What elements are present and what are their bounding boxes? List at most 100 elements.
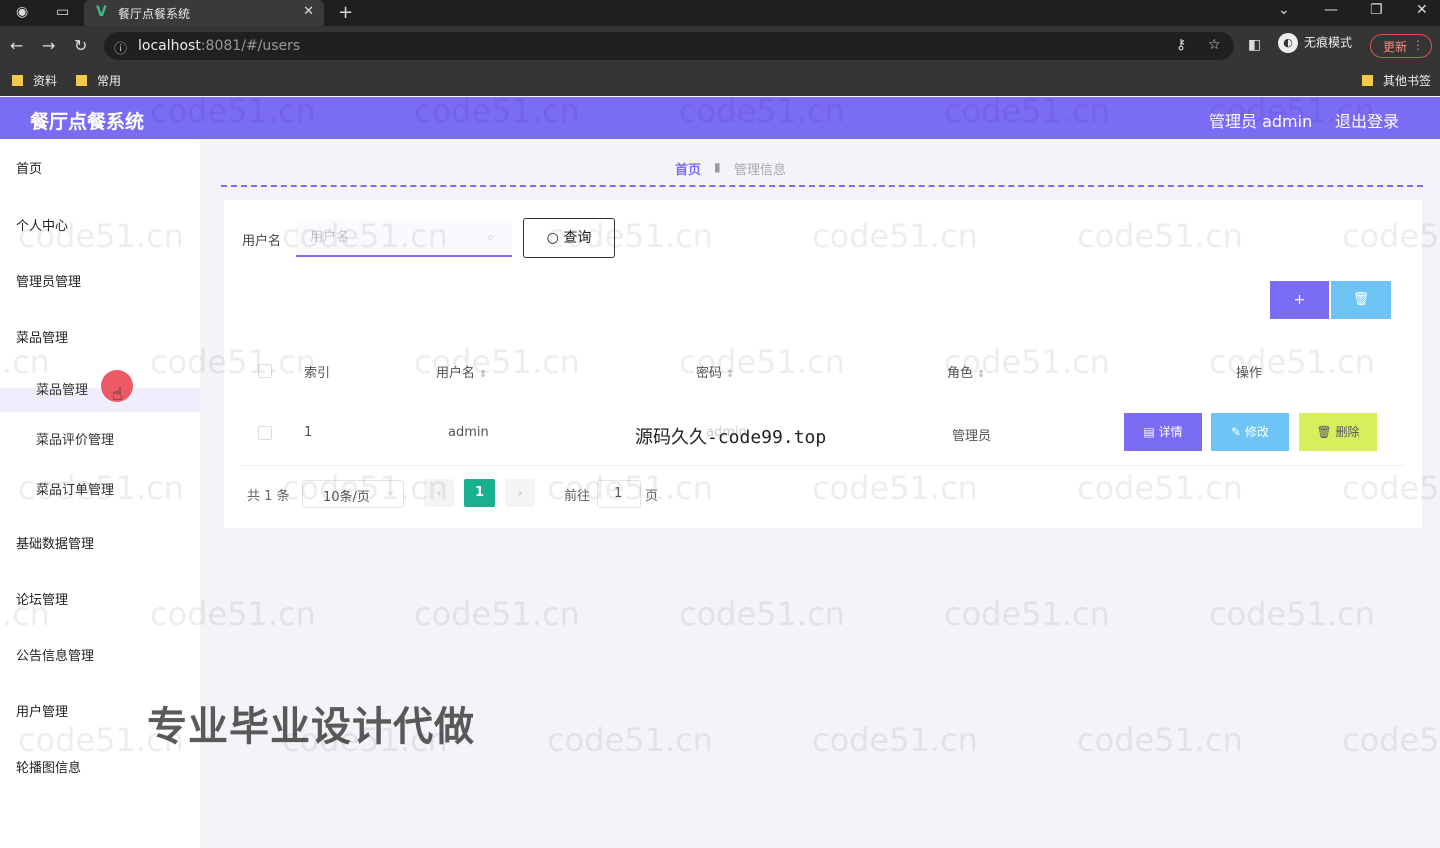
prev-page-button[interactable]: ‹ xyxy=(424,479,454,507)
sidebar-item-forum[interactable]: 论坛管理 xyxy=(16,589,68,608)
column-header-actions: 操作 xyxy=(1236,366,1263,381)
current-user: 管理员 admin xyxy=(1209,112,1313,131)
browser-tabbar: ◉ ▭ V 餐厅点餐系统 ✕ + ⌄ — ❐ ✕ xyxy=(0,0,1440,26)
pagination-total: 共 1 条 xyxy=(247,489,290,504)
breadcrumb-divider xyxy=(221,185,1423,187)
detail-button[interactable]: ▤ 详情 xyxy=(1124,413,1202,451)
sidebar-item-carousel[interactable]: 轮播图信息 xyxy=(16,757,81,776)
password-key-icon[interactable]: ⚷ xyxy=(1176,37,1186,53)
column-header-index: 索引 xyxy=(304,366,331,381)
active-menu-highlight xyxy=(0,388,200,412)
column-header-role[interactable]: 角色 ⇕ xyxy=(947,362,985,381)
minimize-icon[interactable]: — xyxy=(1324,2,1338,18)
breadcrumb-home[interactable]: 首页 xyxy=(675,159,701,178)
restore-icon[interactable]: ❐ xyxy=(1370,2,1383,18)
column-header-username[interactable]: 用户名 ⇕ xyxy=(436,362,487,381)
address-bar[interactable]: ⓘ localhost:8081/#/users ⚷ ☆ xyxy=(104,32,1234,60)
folder-icon xyxy=(1362,75,1373,86)
bookmark-star-icon[interactable]: ☆ xyxy=(1208,37,1221,53)
browser-menu-icon[interactable]: ◉ xyxy=(16,4,28,20)
kebab-menu-icon[interactable]: ⋮ xyxy=(1412,38,1424,52)
watermark: code51.cn xyxy=(812,721,978,759)
watermark: code51.cn xyxy=(1342,721,1440,759)
sidebar-item-admin[interactable]: 管理员管理 xyxy=(16,271,81,290)
cell-role: 管理员 xyxy=(952,429,992,444)
watermark: code51.cn xyxy=(1209,595,1375,633)
site-info-icon[interactable]: ⓘ xyxy=(114,38,127,57)
sidebar-item-users[interactable]: 用户管理 xyxy=(16,701,68,720)
watermark: code51.cn xyxy=(679,595,845,633)
edit-icon: ✎ xyxy=(1231,425,1245,439)
page-number-current[interactable]: 1 xyxy=(464,479,495,507)
update-button[interactable]: 更新 ⋮ xyxy=(1370,34,1432,58)
window-close-icon[interactable]: ✕ xyxy=(1416,2,1428,18)
watermark: code51.cn xyxy=(414,595,580,633)
breadcrumb-separator-icon: ▮ xyxy=(714,160,721,174)
edit-button[interactable]: ✎ 修改 xyxy=(1211,413,1289,451)
username-search-input[interactable] xyxy=(296,220,512,257)
page-size-select[interactable]: 10条/页 ⌄ xyxy=(302,480,404,508)
side-panel-icon[interactable]: ◧ xyxy=(1248,37,1261,53)
delete-button[interactable]: 🗑 删除 xyxy=(1299,413,1377,451)
cell-username: admin xyxy=(448,425,489,440)
watermark: code51.cn xyxy=(547,721,713,759)
vue-favicon-icon: V xyxy=(96,4,107,20)
select-all-checkbox[interactable] xyxy=(258,364,272,378)
bookmark-folder[interactable]: 资料 xyxy=(12,72,57,89)
column-header-password[interactable]: 密码 ⇕ xyxy=(696,362,734,381)
goto-page-input[interactable]: 1 xyxy=(597,480,641,508)
sidebar-subitem-dish-manage[interactable]: 菜品管理 xyxy=(36,379,88,398)
watermark: code51.cn xyxy=(944,595,1110,633)
browser-toolbar: ← → ↻ ⓘ localhost:8081/#/users ⚷ ☆ ◧ ◐ 无痕… xyxy=(0,26,1440,66)
add-button[interactable]: + xyxy=(1270,281,1329,319)
sidebar-item-home[interactable]: 首页 xyxy=(16,158,42,177)
query-button[interactable]: ○ 查询 xyxy=(523,218,615,258)
incognito-indicator[interactable]: ◐ 无痕模式 xyxy=(1278,33,1352,53)
app-header: 餐厅点餐系统 管理员 admin 退出登录 xyxy=(0,97,1440,139)
sidebar-item-notices[interactable]: 公告信息管理 xyxy=(16,645,94,664)
forward-icon[interactable]: → xyxy=(42,36,55,55)
browser-tab[interactable]: V 餐厅点餐系统 ✕ xyxy=(84,0,324,26)
sort-icon[interactable]: ⇕ xyxy=(726,369,734,380)
logout-link[interactable]: 退出登录 xyxy=(1335,108,1399,132)
input-search-icon: ⌕ xyxy=(487,230,495,245)
watermark: code51.cn xyxy=(1077,721,1243,759)
sidebar-item-basic-data[interactable]: 基础数据管理 xyxy=(16,533,94,552)
next-page-button[interactable]: › xyxy=(505,479,535,507)
search-label: 用户名 xyxy=(242,234,282,249)
other-bookmarks[interactable]: 其他书签 xyxy=(1362,72,1431,89)
tab-search-icon[interactable]: ▭ xyxy=(56,4,69,20)
sidebar-subitem-dish-reviews[interactable]: 菜品评价管理 xyxy=(36,429,114,448)
sidebar-item-dishes[interactable]: 菜品管理 xyxy=(16,327,68,346)
folder-icon xyxy=(76,75,87,86)
app-title: 餐厅点餐系统 xyxy=(30,111,145,133)
search-icon: ○ xyxy=(546,230,564,246)
folder-icon xyxy=(12,75,23,86)
tab-list-icon[interactable]: ⌄ xyxy=(1278,2,1290,18)
sort-icon[interactable]: ⇕ xyxy=(977,369,985,380)
cell-index: 1 xyxy=(304,425,313,440)
goto-label: 前往 xyxy=(564,489,591,504)
row-checkbox[interactable] xyxy=(258,426,272,440)
promo-overlay-text: 专业毕业设计代做 xyxy=(147,704,475,750)
sidebar-item-profile[interactable]: 个人中心 xyxy=(16,215,68,234)
sidebar-subitem-dish-orders[interactable]: 菜品订单管理 xyxy=(36,479,114,498)
reload-icon[interactable]: ↻ xyxy=(74,36,87,55)
sort-icon[interactable]: ⇕ xyxy=(479,369,487,380)
incognito-icon: ◐ xyxy=(1278,33,1298,53)
bookmarks-bar: 资料 常用 其他书签 xyxy=(0,66,1440,96)
page-suffix: 页 xyxy=(645,489,659,504)
breadcrumb-current: 管理信息 xyxy=(734,163,787,178)
batch-delete-button[interactable]: 🗑 xyxy=(1331,281,1391,319)
trash-icon: 🗑 xyxy=(1352,292,1370,307)
url-text: localhost:8081/#/users xyxy=(138,38,301,54)
back-icon[interactable]: ← xyxy=(10,36,23,55)
chevron-down-icon: ⌄ xyxy=(386,486,395,497)
trash-icon: 🗑 xyxy=(1316,425,1336,439)
new-tab-icon[interactable]: + xyxy=(338,2,353,23)
tab-close-icon[interactable]: ✕ xyxy=(303,4,314,19)
row-divider xyxy=(240,465,1405,466)
hand-cursor-icon: ☝ xyxy=(112,384,123,405)
document-icon: ▤ xyxy=(1143,425,1159,439)
bookmark-folder[interactable]: 常用 xyxy=(76,72,121,89)
